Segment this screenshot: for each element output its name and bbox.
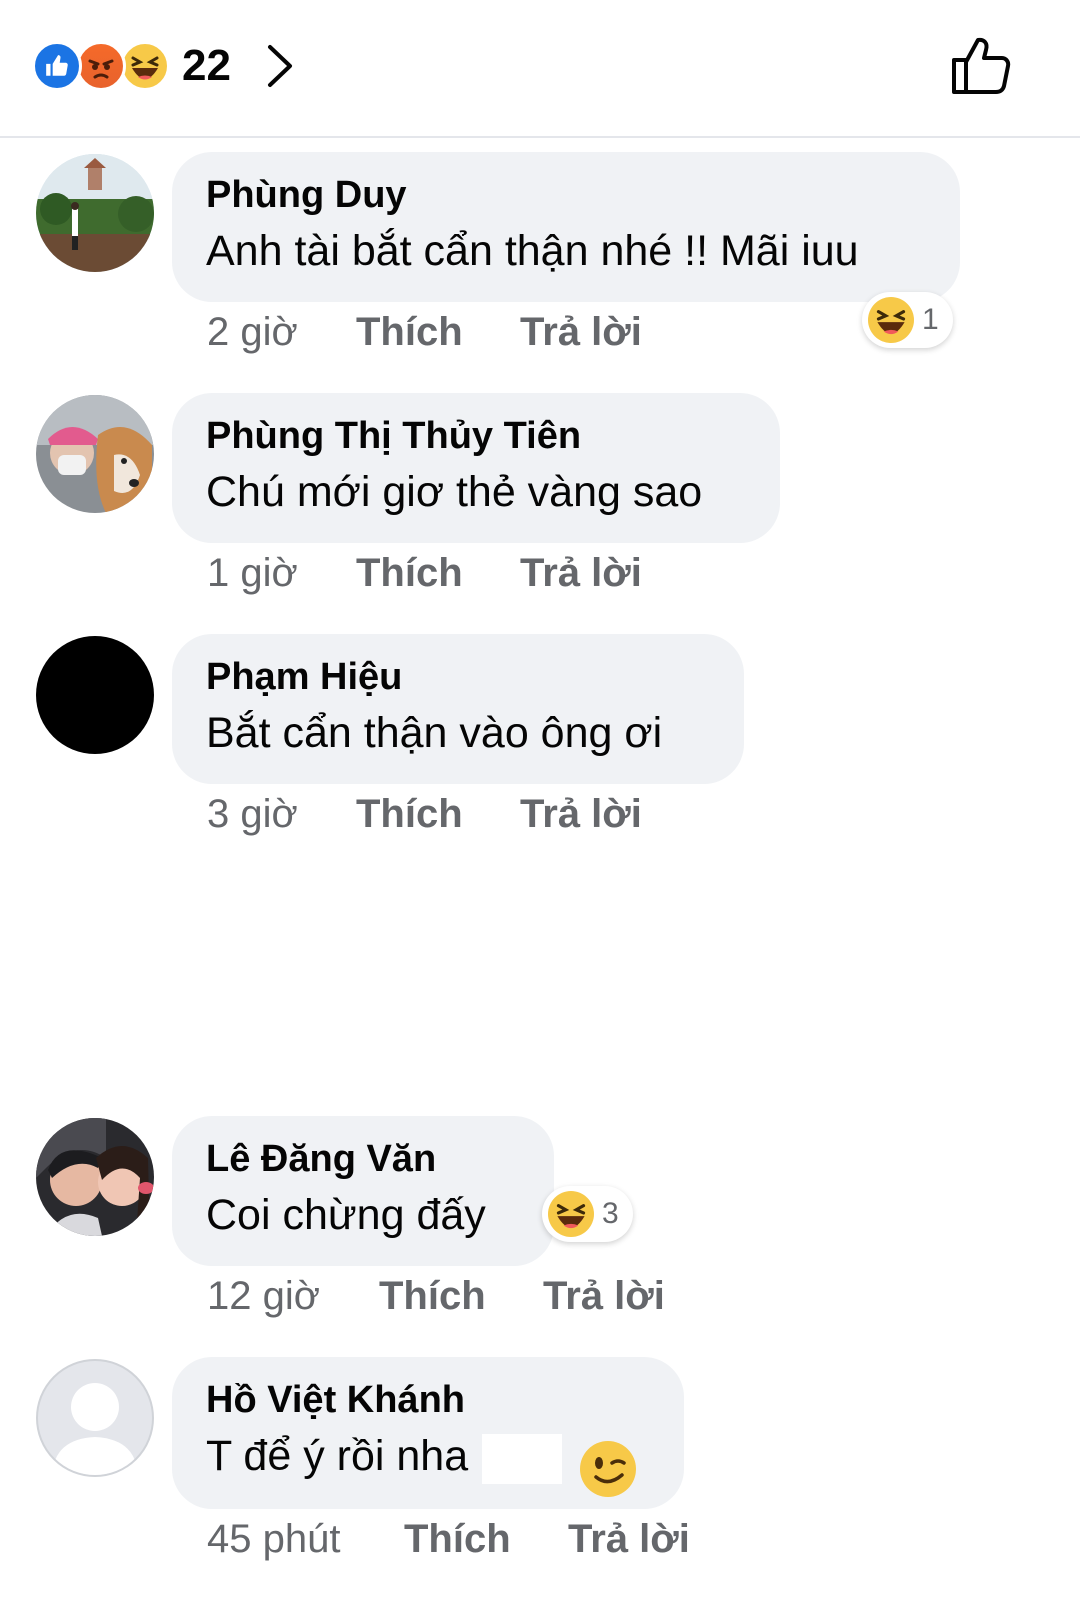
avatar[interactable] [36, 154, 154, 272]
comment-reaction-badge[interactable]: 3 [542, 1186, 633, 1242]
avatar[interactable] [36, 1118, 154, 1236]
comment-timestamp: 45 phút [207, 1517, 341, 1561]
reply-action-button[interactable]: Trả lời [568, 1517, 690, 1562]
comment-timestamp: 2 giờ [207, 310, 298, 354]
avatar[interactable] [36, 636, 154, 754]
reactions-header: 22 [0, 0, 1080, 138]
comment-actions: 45 phút Thích Trả lời [207, 1517, 690, 1562]
comment-actions: 12 giờ Thích Trả lời [207, 1274, 665, 1319]
like-action-button[interactable]: Thích [356, 792, 520, 837]
wink-emoji-icon [580, 1441, 636, 1497]
haha-icon [120, 41, 170, 91]
like-icon [32, 41, 82, 91]
comment-bubble[interactable]: Phạm Hiệu Bắt cẩn thận vào ông ơi [172, 634, 744, 784]
comment-timestamp: 3 giờ [207, 792, 298, 836]
thumbs-up-outline-icon[interactable] [950, 34, 1012, 96]
comment-bubble[interactable]: Lê Đăng Văn Coi chừng đấy [172, 1116, 554, 1266]
comment-text: Coi chừng đấy [206, 1191, 486, 1239]
avatar[interactable] [36, 1359, 154, 1477]
reply-action-button[interactable]: Trả lời [543, 1274, 665, 1319]
comment-bubble[interactable]: Phùng Thị Thủy Tiên Chú mới giơ thẻ vàng… [172, 393, 780, 543]
comment-actions: 2 giờ Thích Trả lời [207, 310, 642, 355]
haha-icon [868, 297, 914, 343]
comment-author[interactable]: Lê Đăng Văn [206, 1136, 520, 1182]
reaction-summary[interactable]: 22 [32, 40, 301, 92]
haha-icon [548, 1191, 594, 1237]
comment-reaction-badge[interactable]: 1 [862, 292, 953, 348]
comment-author[interactable]: Phùng Thị Thủy Tiên [206, 413, 746, 459]
like-action-button[interactable]: Thích [379, 1274, 543, 1319]
comment-author[interactable]: Phạm Hiệu [206, 654, 710, 700]
comment-actions: 3 giờ Thích Trả lời [207, 792, 642, 837]
comment-text: Bắt cẩn thận vào ông ơi [206, 709, 663, 757]
comment-author[interactable]: Hồ Việt Khánh [206, 1377, 650, 1423]
comment-timestamp: 1 giờ [207, 551, 298, 595]
reaction-count: 22 [182, 41, 231, 90]
reaction-count: 1 [922, 303, 939, 336]
chevron-right-icon[interactable] [265, 42, 301, 90]
comment-text: Chú mới giơ thẻ vàng sao [206, 468, 703, 516]
comment-bubble[interactable]: Phùng Duy Anh tài bắt cẩn thận nhé !! Mã… [172, 152, 960, 302]
reply-action-button[interactable]: Trả lời [520, 310, 642, 355]
reaction-count: 3 [602, 1197, 619, 1230]
redacted-area [482, 1433, 563, 1484]
comment-text: Anh tài bắt cẩn thận nhé !! Mãi iuu [206, 227, 859, 275]
angry-icon [76, 41, 126, 91]
like-action-button[interactable]: Thích [356, 551, 520, 596]
comment-text: T để ý rồi nha [206, 1432, 469, 1480]
reply-action-button[interactable]: Trả lời [520, 551, 642, 596]
reply-action-button[interactable]: Trả lời [520, 792, 642, 837]
avatar[interactable] [36, 395, 154, 513]
comment-author[interactable]: Phùng Duy [206, 172, 926, 218]
like-action-button[interactable]: Thích [404, 1517, 568, 1562]
comment-timestamp: 12 giờ [207, 1274, 320, 1318]
comment-actions: 1 giờ Thích Trả lời [207, 551, 642, 596]
like-action-button[interactable]: Thích [356, 310, 520, 355]
